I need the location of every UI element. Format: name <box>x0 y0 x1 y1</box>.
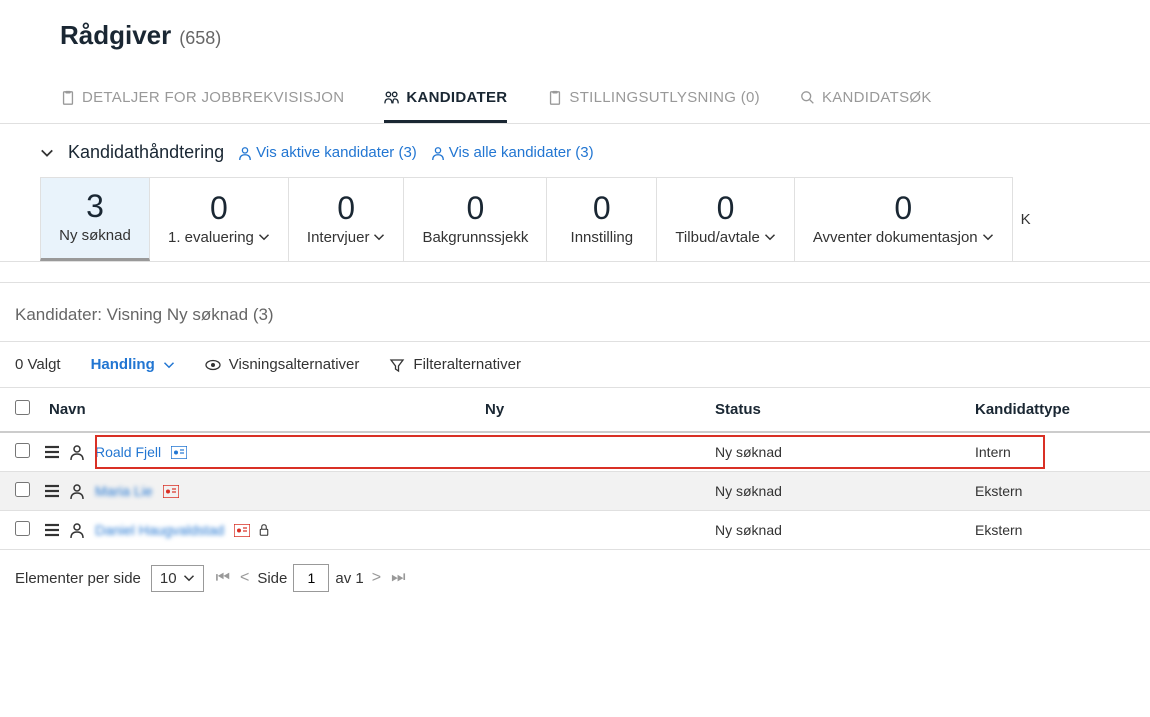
cell-type: Intern <box>975 444 1135 460</box>
cell-type: Ekstern <box>975 483 1135 499</box>
candidate-link[interactable]: Roald Fjell <box>95 444 161 460</box>
row-checkbox[interactable] <box>15 482 30 497</box>
table-row: Daniel Haugvaldstad Ny søknad Ekstern <box>0 511 1150 550</box>
row-menu-icon[interactable] <box>43 522 61 538</box>
table-row: Roald Fjell Ny søknad Intern <box>0 433 1150 472</box>
row-menu-icon[interactable] <box>43 444 61 460</box>
row-checkbox[interactable] <box>15 521 30 536</box>
person-icon <box>69 522 85 538</box>
row-menu-icon[interactable] <box>43 483 61 499</box>
cell-status: Ny søknad <box>715 444 975 460</box>
cell-type: Ekstern <box>975 522 1135 538</box>
candidate-link[interactable]: Daniel Haugvaldstad <box>95 522 224 538</box>
lock-icon <box>258 523 270 537</box>
cell-status: Ny søknad <box>715 483 975 499</box>
person-icon <box>69 483 85 499</box>
id-badge-icon <box>171 446 187 459</box>
person-icon <box>69 444 85 460</box>
cell-status: Ny søknad <box>715 522 975 538</box>
id-badge-icon <box>163 485 179 498</box>
table-row: Maria Lie Ny søknad Ekstern <box>0 472 1150 511</box>
id-badge-icon <box>234 524 250 537</box>
candidate-link[interactable]: Maria Lie <box>95 483 153 499</box>
row-checkbox[interactable] <box>15 443 30 458</box>
